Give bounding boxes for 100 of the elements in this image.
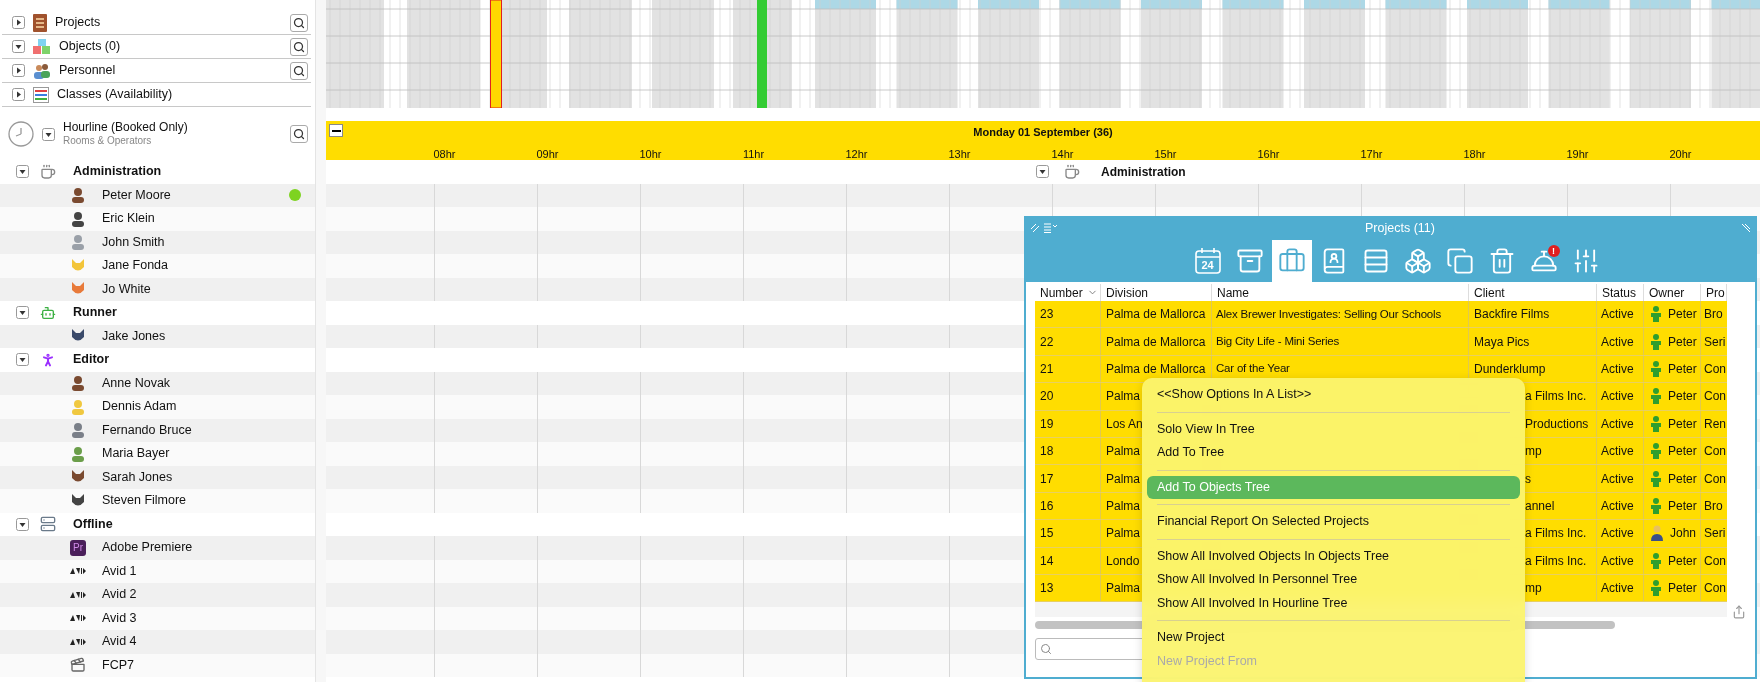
table-cell-text: a Films Inc. — [1525, 552, 1587, 570]
person-icon — [1650, 525, 1664, 542]
owner-name: Peter — [1668, 415, 1697, 433]
search-button[interactable] — [290, 61, 308, 80]
group-label[interactable]: Administration — [73, 162, 162, 182]
table-cell-text: Seri — [1704, 525, 1726, 543]
table-cell: Big City Life - Mini Series — [1212, 328, 1469, 355]
hour-label: 15hr — [1154, 146, 1177, 162]
person-icon — [1650, 388, 1662, 405]
table-cell-text: Productions — [1525, 415, 1589, 433]
person-icon — [1650, 580, 1662, 597]
person-icon — [1650, 306, 1662, 323]
collapse-button[interactable] — [329, 124, 343, 137]
section-label[interactable]: Projects — [55, 13, 282, 32]
table-cell: 19 — [1035, 410, 1101, 437]
table-cell-text: Bro — [1704, 497, 1723, 515]
person-icon — [1650, 360, 1662, 377]
avatar-icon — [70, 445, 86, 462]
person-icon — [1650, 497, 1662, 514]
table-cell-text: s — [1525, 470, 1531, 488]
date-label: Monday 01 September (36) — [973, 125, 1113, 140]
table-cell: Active — [1597, 328, 1644, 355]
owner-name: John — [1670, 525, 1697, 543]
resize-icon[interactable] — [1030, 223, 1040, 233]
table-cell: Active — [1597, 383, 1644, 410]
group-label[interactable]: Offline — [73, 514, 113, 534]
search-button[interactable] — [290, 37, 308, 56]
group-label: Administration — [1101, 163, 1186, 181]
group-label[interactable]: Editor — [73, 350, 110, 370]
hour-label: 18hr — [1463, 146, 1486, 162]
hour-label: 14hr — [1051, 146, 1074, 162]
person-icon — [1650, 470, 1662, 487]
collapse-toggle[interactable] — [16, 165, 29, 179]
avatar-icon — [70, 210, 86, 227]
menu-item[interactable]: New Project — [1147, 626, 1520, 650]
table-cell-text: Con — [1704, 552, 1726, 570]
premiere-icon: Pr — [70, 539, 86, 556]
cabinet-icon — [33, 13, 47, 32]
hourline-subtitle: Rooms & Operators — [63, 135, 153, 148]
cubes-icon — [33, 38, 51, 55]
calendar-icon: 24 — [1193, 247, 1222, 275]
collapse-toggle[interactable] — [16, 306, 29, 320]
resource-label[interactable]: Adobe Premiere — [102, 538, 301, 558]
copy-icon — [1445, 247, 1474, 275]
menu-icon[interactable] — [1043, 223, 1059, 233]
expand-toggle[interactable] — [12, 88, 25, 101]
table-cell: 23 — [1035, 301, 1101, 328]
search-button[interactable] — [290, 13, 308, 32]
section-label[interactable]: Objects (0) — [59, 37, 282, 56]
expand-toggle[interactable] — [12, 16, 25, 29]
table-cell-text: Backfire Films — [1474, 306, 1550, 324]
clock-icon — [8, 121, 34, 147]
table-cell: Active — [1597, 301, 1644, 328]
hourline-title: Hourline (Booked Only) — [63, 120, 189, 136]
window-title: Projects (11) — [1364, 219, 1436, 237]
hour-label: 10hr — [639, 146, 662, 162]
robot-icon — [39, 304, 56, 321]
search-button[interactable] — [290, 125, 308, 143]
table-cell-text: Con — [1704, 388, 1726, 406]
search-icon — [1040, 643, 1052, 656]
server-icon — [39, 516, 56, 533]
table-cell: Active — [1597, 410, 1644, 437]
table-cell: 15 — [1035, 520, 1101, 547]
table-cell-text: Con — [1704, 360, 1726, 378]
cup-icon — [39, 163, 56, 180]
table-cell: Palma de Mallorca — [1101, 301, 1212, 328]
table-cell: 21 — [1035, 355, 1101, 383]
table-cell: Active — [1597, 520, 1644, 547]
collapse-toggle[interactable] — [12, 40, 25, 53]
toolbar-tab[interactable]: ! — [1523, 240, 1564, 282]
avatar-icon — [70, 375, 86, 392]
collapse-toggle[interactable] — [16, 353, 29, 367]
table-cell: 16 — [1035, 492, 1101, 520]
resize-icon[interactable] — [1741, 223, 1751, 233]
table-cell-text: Maya Pics — [1474, 333, 1530, 351]
clapperboard-icon — [70, 657, 86, 674]
hour-label: 16hr — [1257, 146, 1280, 162]
collapse-toggle[interactable] — [1036, 165, 1049, 179]
share-icon[interactable] — [1732, 605, 1746, 620]
table-cell: Active — [1597, 355, 1644, 383]
hour-label: 11hr — [742, 146, 765, 162]
avatar-icon — [70, 234, 86, 251]
person-icon — [1650, 415, 1662, 432]
section-label[interactable]: Classes (Availability) — [57, 85, 308, 104]
table-cell: Active — [1597, 465, 1644, 492]
table-cell: 13 — [1035, 574, 1101, 602]
people-icon — [33, 62, 51, 79]
cup-icon — [1064, 163, 1080, 180]
group-label[interactable]: Runner — [73, 303, 117, 323]
owner-name: Peter — [1668, 552, 1697, 570]
collapse-toggle[interactable] — [42, 127, 55, 141]
table-cell-text: a Films Inc. — [1525, 525, 1587, 543]
hour-label: 17hr — [1360, 146, 1383, 162]
section-label[interactable]: Personnel — [59, 61, 282, 80]
expand-toggle[interactable] — [12, 64, 25, 77]
owner-name: Peter — [1668, 497, 1697, 515]
avatar-icon — [70, 187, 86, 204]
collapse-toggle[interactable] — [16, 517, 29, 531]
toolbar-tab[interactable] — [1271, 240, 1312, 282]
hour-label: 12hr — [845, 146, 868, 162]
